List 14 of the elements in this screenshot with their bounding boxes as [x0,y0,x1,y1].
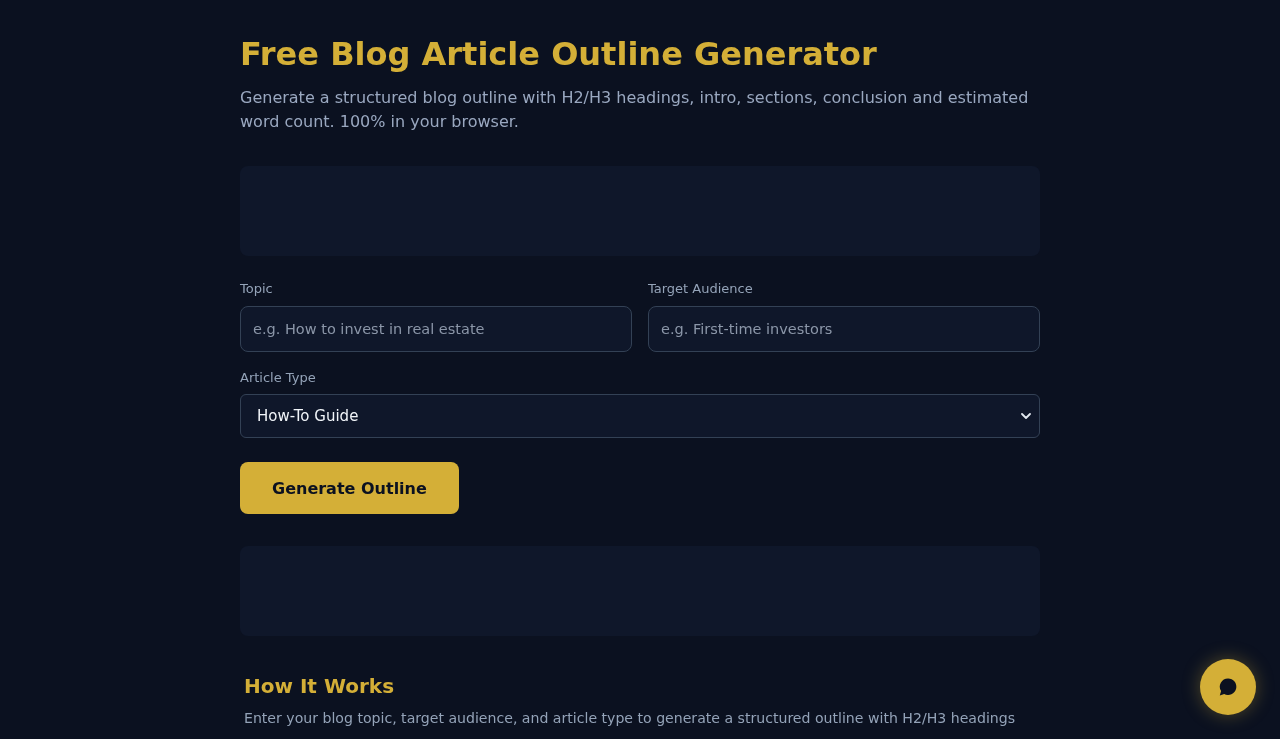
chat-bubble-icon [1218,677,1238,697]
field-label: Article Type [240,369,317,387]
chevron-down-icon [1021,413,1031,419]
field-label: Topic [240,280,274,298]
section-heading: How It Works [244,673,396,700]
field-label: Target Audience [648,280,754,298]
generate-outline-button[interactable]: Generate Outline [240,462,459,514]
page-title: Free Blog Article Outline Generator [240,34,878,74]
input-field[interactable]: e.g. First-time investors [648,306,1040,352]
page-subtitle: Generate a structured blog outline with H2/H3 headings, intro, sections, conclusion and estimated word count. 100% in your browser. [240,87,1030,133]
article-type-dropdown[interactable]: How-To Guide [240,394,1040,438]
chat-button[interactable] [1200,659,1256,715]
section-text: Enter your blog topic, target audience, and article type to generate a structured outline with H2/H3 headings [244,709,1017,728]
input-field[interactable]: e.g. How to invest in real estate [240,306,632,352]
